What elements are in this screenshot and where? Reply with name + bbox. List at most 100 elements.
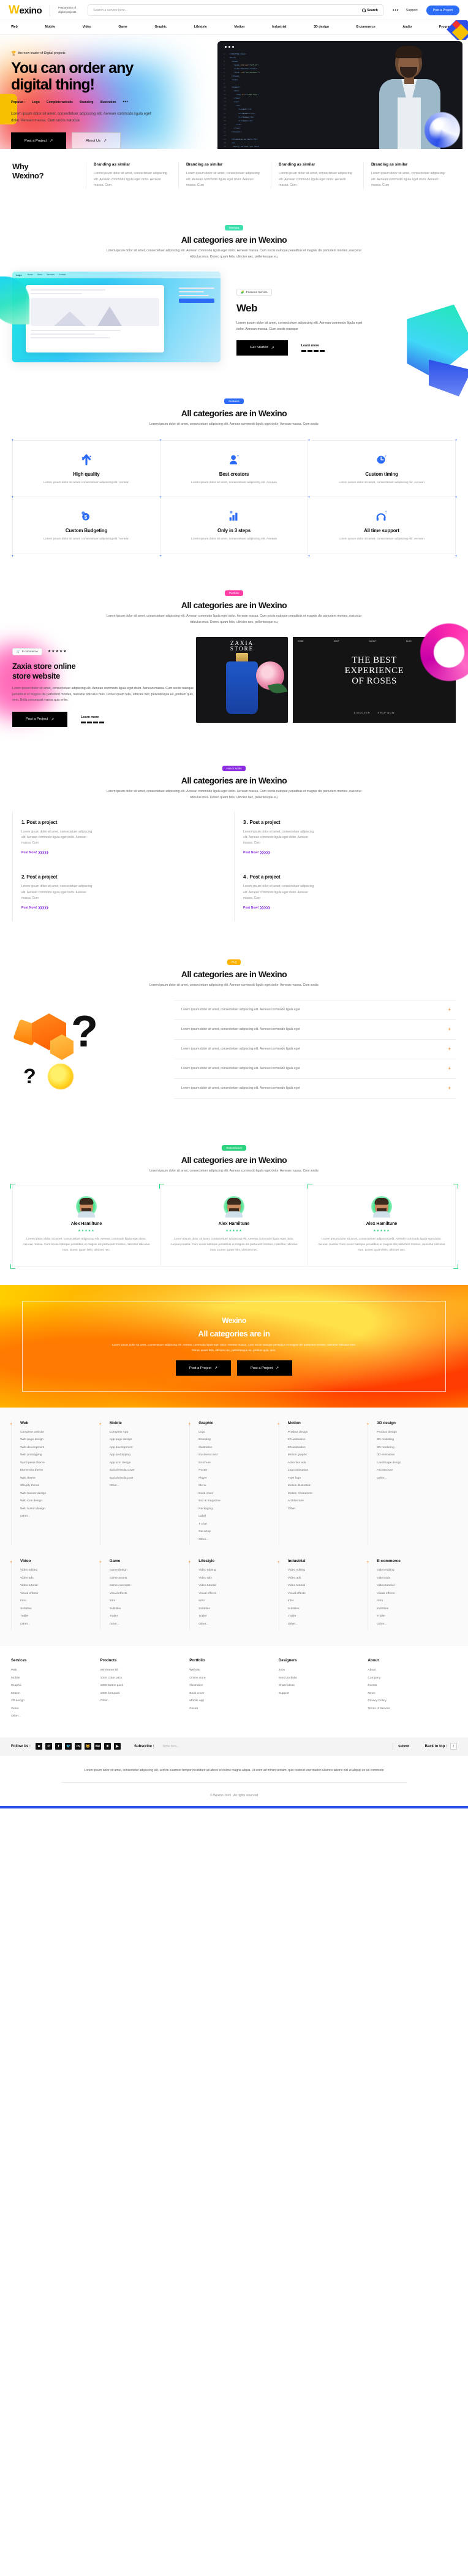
mega-link[interactable]: Motion illustration <box>288 1484 362 1487</box>
plus-icon[interactable]: + <box>448 1046 451 1052</box>
mega-link[interactable]: Complete App <box>110 1431 184 1434</box>
mega-link[interactable]: Other... <box>377 1477 451 1480</box>
footer-link[interactable]: 1000 button pack <box>100 1684 190 1687</box>
mega-link[interactable]: Video tutorial <box>20 1584 94 1587</box>
footer-link[interactable]: Poster <box>189 1707 279 1710</box>
search-bar[interactable]: Search <box>88 4 383 16</box>
mega-link[interactable]: Cat wrap <box>198 1530 273 1533</box>
mega-link[interactable]: Web banner design <box>20 1492 94 1495</box>
popular-tag-logo[interactable]: Logo <box>32 101 39 104</box>
mega-link[interactable]: Intro <box>198 1599 273 1602</box>
footer-link[interactable]: Share ideas <box>279 1684 368 1687</box>
mega-link[interactable]: Architecture <box>377 1469 451 1472</box>
nav-item-graphic[interactable]: Graphic <box>154 25 167 29</box>
nav-item-audio[interactable]: Audio <box>402 25 412 29</box>
popular-tag-complete-website[interactable]: Complete website <box>47 101 73 104</box>
mega-link[interactable]: 3D animation <box>288 1446 362 1449</box>
mega-link[interactable]: Visual effects <box>377 1592 451 1595</box>
nav-item-industrial[interactable]: Industrial <box>272 25 286 29</box>
faq-item[interactable]: Lorem ipsum dolor sit amet, consectetuer… <box>174 1040 456 1060</box>
mega-link[interactable]: Other... <box>288 1623 362 1626</box>
mega-link[interactable]: Motion Characters <box>288 1492 362 1495</box>
mega-link[interactable]: Trailer <box>377 1615 451 1618</box>
mega-link[interactable]: Complete website <box>20 1431 94 1434</box>
mega-link[interactable]: Subtitles <box>20 1607 94 1610</box>
zaxia-discover-button[interactable]: DISCOVER <box>354 712 371 714</box>
mega-link[interactable]: Video ads <box>198 1577 273 1580</box>
mega-link[interactable]: Game design <box>110 1569 184 1572</box>
mega-link[interactable]: Video editing <box>288 1569 362 1572</box>
footer-link[interactable]: Terms of Service <box>368 1707 457 1710</box>
more-menu-icon[interactable]: ••• <box>393 7 399 13</box>
mega-link[interactable]: Flayer <box>198 1477 273 1480</box>
subscribe-input[interactable] <box>162 1744 388 1748</box>
zaxia-shop-now-button[interactable]: SHOP NOW <box>377 712 394 714</box>
mega-link[interactable]: Social media cover <box>110 1469 184 1472</box>
mega-link[interactable]: Trailer <box>110 1615 184 1618</box>
search-button[interactable]: Search <box>362 8 378 12</box>
mega-link[interactable]: Video ads <box>288 1577 362 1580</box>
mega-link[interactable]: Game concepts <box>110 1584 184 1587</box>
nav-item-mobile[interactable]: Mobile <box>45 25 55 29</box>
step-post-now-link[interactable]: Post Now! ❯❯❯❯❯ <box>243 906 447 910</box>
mega-link[interactable]: Advertise ads <box>288 1461 362 1465</box>
faq-item[interactable]: Lorem ipsum dolor sit amet, consectetuer… <box>174 1059 456 1080</box>
mega-link[interactable]: Intro <box>377 1599 451 1602</box>
mega-link[interactable]: Label <box>198 1515 273 1518</box>
footer-link[interactable]: Video <box>11 1707 100 1710</box>
search-input[interactable] <box>93 8 363 12</box>
mega-link[interactable]: App prototyping <box>110 1454 184 1457</box>
mega-link[interactable]: Video ads <box>20 1577 94 1580</box>
footer-link[interactable]: Other... <box>11 1715 100 1718</box>
mega-link[interactable]: Visual effects <box>110 1592 184 1595</box>
pinterest-icon[interactable]: ℗ <box>45 1743 52 1750</box>
mega-link[interactable]: Subtitles <box>288 1607 362 1610</box>
instagram-icon[interactable]: ◙ <box>36 1743 42 1750</box>
step-post-now-link[interactable]: Post Now! ❯❯❯❯❯ <box>21 851 225 855</box>
mega-link[interactable]: Video tutorial <box>198 1584 273 1587</box>
mega-link[interactable]: Logo animation <box>288 1469 362 1472</box>
mega-link[interactable]: Social media post <box>110 1477 184 1480</box>
facebook-icon[interactable]: f <box>55 1743 62 1750</box>
mega-link[interactable]: Elementor theme <box>20 1469 94 1472</box>
footer-link[interactable]: Mobile app <box>189 1699 279 1702</box>
hero-post-project-button[interactable]: Post a Project ↗ <box>11 132 67 149</box>
logo[interactable]: Wexino <box>9 4 42 15</box>
mega-link[interactable]: Visual effects <box>288 1592 362 1595</box>
mega-link[interactable]: Logo <box>198 1431 273 1434</box>
footer-link[interactable]: Mobile <box>11 1677 100 1680</box>
zaxia-learn-more-link[interactable]: Learn more <box>81 715 105 723</box>
footer-link[interactable]: News <box>368 1692 457 1695</box>
get-started-button[interactable]: Get Started ↗ <box>236 340 288 356</box>
mega-link[interactable]: Box & magazine <box>198 1499 273 1503</box>
mega-link[interactable]: Video editing <box>20 1569 94 1572</box>
mega-link[interactable]: Video editing <box>198 1569 273 1572</box>
mega-link[interactable]: Web icon design <box>20 1499 94 1503</box>
nav-item-motion[interactable]: Motion <box>234 25 244 29</box>
mega-link[interactable]: Other... <box>198 1623 273 1626</box>
mega-link[interactable]: Other... <box>110 1484 184 1487</box>
mega-link[interactable]: App page design <box>110 1438 184 1441</box>
faq-item[interactable]: Lorem ipsum dolor sit amet, consectetuer… <box>174 1079 456 1099</box>
mega-link[interactable]: 3D modeling <box>377 1438 451 1441</box>
mega-link[interactable]: Illustration <box>198 1446 273 1449</box>
mega-link[interactable]: Intro <box>110 1599 184 1602</box>
mega-link[interactable]: Web button design <box>20 1507 94 1511</box>
mega-link[interactable]: Other... <box>20 1515 94 1518</box>
mega-link[interactable]: Poster <box>198 1469 273 1472</box>
behance-icon[interactable]: Bē <box>94 1743 101 1750</box>
footer-link[interactable]: Illustration <box>189 1684 279 1687</box>
reddit-icon[interactable]: 🐱 <box>85 1743 91 1750</box>
footer-link[interactable]: 1000 Color pack <box>100 1677 190 1680</box>
youtube-icon[interactable]: ▶ <box>114 1743 121 1750</box>
mega-link[interactable]: Web theme <box>20 1477 94 1480</box>
mega-link[interactable]: Subtitles <box>110 1607 184 1610</box>
popular-more-icon[interactable]: ••• <box>123 100 129 104</box>
subscribe-submit-button[interactable]: Submit <box>398 1745 409 1748</box>
mega-link[interactable]: Other... <box>288 1507 362 1511</box>
popular-tag-illustration[interactable]: Illustration <box>100 101 116 104</box>
mega-link[interactable]: 3D animation <box>377 1454 451 1457</box>
nav-item-3d-design[interactable]: 3D design <box>314 25 329 29</box>
footer-link[interactable]: Privacy Policy <box>368 1699 457 1702</box>
footer-link[interactable]: Web <box>11 1669 100 1672</box>
